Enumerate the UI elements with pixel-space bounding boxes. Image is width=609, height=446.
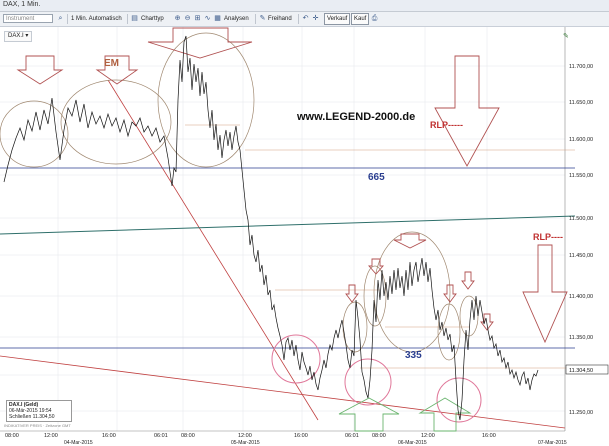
symbol-text: DAX.I xyxy=(8,33,24,39)
kauf-button[interactable]: Kauf xyxy=(351,13,370,25)
rlp-label-1: RLP----- xyxy=(430,120,463,130)
info-close-value: 11.304,50 xyxy=(32,414,55,420)
pencil-icon[interactable]: ✎ xyxy=(258,14,267,23)
charttyp-dropdown[interactable]: Charttyp xyxy=(141,14,164,24)
down-arrows xyxy=(16,27,568,344)
svg-text:06:01: 06:01 xyxy=(154,433,168,439)
interval-dropdown[interactable]: 1 Min. Automatisch xyxy=(71,14,122,24)
svg-text:11.600,00: 11.600,00 xyxy=(569,137,593,143)
verkauf-button[interactable]: Verkauf xyxy=(324,13,351,25)
freihand-dropdown[interactable]: Freihand xyxy=(268,14,292,24)
trendline-down xyxy=(107,79,319,421)
svg-text:11.500,00: 11.500,00 xyxy=(569,216,593,222)
svg-text:11.400,00: 11.400,00 xyxy=(569,294,593,300)
svg-text:16:00: 16:00 xyxy=(102,433,116,439)
zoom-out-icon[interactable]: ⊖ xyxy=(183,14,192,23)
chart-window: DAX, 1 Min. Instrument ⌕ 1 Min. Automati… xyxy=(0,0,609,446)
toolbar-separator xyxy=(67,14,68,24)
undo-icon[interactable]: ↶ xyxy=(301,14,310,23)
svg-text:11.650,00: 11.650,00 xyxy=(569,100,593,106)
svg-text:06:01: 06:01 xyxy=(345,433,359,439)
svg-text:06-Mar-2015: 06-Mar-2015 xyxy=(398,440,427,446)
pattern-ellipses xyxy=(0,32,479,361)
level-335-label: 335 xyxy=(405,350,422,361)
toolbar-separator xyxy=(127,14,128,24)
x-axis-date-labels: 04-Mar-2015 05-Mar-2015 06-Mar-2015 07-M… xyxy=(64,440,567,446)
search-icon[interactable]: ⌕ xyxy=(56,14,65,23)
chart-svg: EM www.LEGEND-2000.de RLP----- RLP---- 6… xyxy=(0,27,609,446)
crosshair-icon[interactable]: ✛ xyxy=(311,14,320,23)
print-icon[interactable]: ⎙ xyxy=(370,14,379,23)
indicator-icon[interactable]: ∿ xyxy=(203,14,212,23)
svg-text:05-Mar-2015: 05-Mar-2015 xyxy=(231,440,260,446)
analysen-icon[interactable]: ▦ xyxy=(213,14,222,23)
svg-text:08:00: 08:00 xyxy=(181,433,195,439)
zoom-in-icon[interactable]: ⊕ xyxy=(173,14,182,23)
footer-note: INDIKATIVER PREIS · Zeitzone GMT xyxy=(4,423,71,428)
info-close: Schließen 11.304,50 xyxy=(9,414,69,420)
trendline-teal xyxy=(0,215,576,235)
y-axis-labels: 11.700,00 11.650,00 11.600,00 11.550,00 … xyxy=(569,64,593,416)
price-chart[interactable]: EM www.LEGEND-2000.de RLP----- RLP---- 6… xyxy=(0,27,609,446)
toolbar-separator xyxy=(298,14,299,24)
svg-text:11.250,00: 11.250,00 xyxy=(569,410,593,416)
analysen-dropdown[interactable]: Analysen xyxy=(224,14,249,24)
symbol-label[interactable]: DAX.I ▾ xyxy=(4,31,33,42)
svg-text:12:00: 12:00 xyxy=(238,433,252,439)
title-bar: DAX, 1 Min. xyxy=(0,0,609,12)
toolbar-separator xyxy=(255,14,256,24)
instrument-input[interactable]: Instrument xyxy=(3,14,53,23)
svg-text:04-Mar-2015: 04-Mar-2015 xyxy=(64,440,93,446)
svg-text:16:00: 16:00 xyxy=(482,433,496,439)
watermark-text: www.LEGEND-2000.de xyxy=(296,111,415,123)
rlp-label-2: RLP---- xyxy=(533,232,563,242)
svg-text:08:00: 08:00 xyxy=(372,433,386,439)
info-close-label: Schließen xyxy=(9,414,32,420)
x-axis-time-labels: 08:00 12:00 16:00 06:01 08:00 12:00 16:0… xyxy=(5,433,496,439)
window-title: DAX, 1 Min. xyxy=(3,1,41,8)
level-665-label: 665 xyxy=(368,172,385,183)
price-series xyxy=(3,35,539,421)
svg-text:11.550,00: 11.550,00 xyxy=(569,173,593,179)
svg-text:12:00: 12:00 xyxy=(421,433,435,439)
svg-text:07-Mar-2015: 07-Mar-2015 xyxy=(538,440,567,446)
svg-text:16:00: 16:00 xyxy=(294,433,308,439)
svg-text:11.350,00: 11.350,00 xyxy=(569,335,593,341)
current-price-label: 11.304,50 xyxy=(569,368,593,374)
svg-text:11.700,00: 11.700,00 xyxy=(569,64,593,70)
svg-text:12:00: 12:00 xyxy=(44,433,58,439)
trendline-lower xyxy=(0,355,566,429)
chart-type-icon[interactable]: ▤ xyxy=(130,14,139,23)
info-box: DAX.I (Geld) 06-Mär-2015 19:54 Schließen… xyxy=(6,400,72,422)
svg-text:08:00: 08:00 xyxy=(5,433,19,439)
zoom-fit-icon[interactable]: ⊞ xyxy=(193,14,202,23)
em-label: EM xyxy=(104,58,119,69)
pin-icon[interactable]: ✎ xyxy=(563,33,569,40)
svg-text:11.450,00: 11.450,00 xyxy=(569,253,593,259)
toolbar: Instrument ⌕ 1 Min. Automatisch ▤ Chartt… xyxy=(0,12,609,27)
